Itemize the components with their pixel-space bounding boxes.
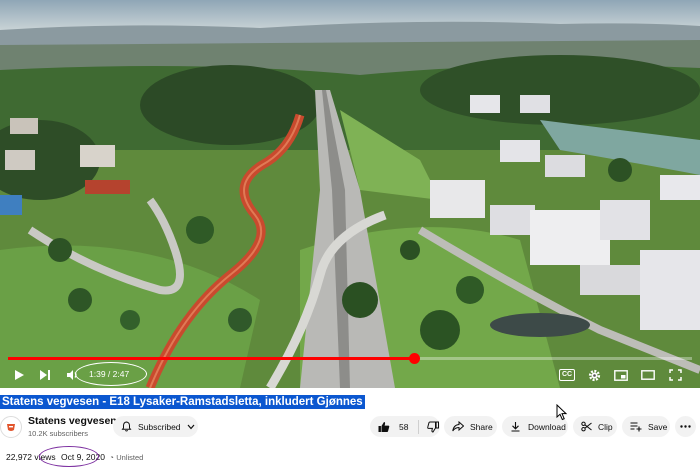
subscriber-count: 10.2K subscribers [28,429,89,438]
miniplayer-button[interactable] [610,365,632,385]
chevron-down-icon [187,424,194,429]
save-button[interactable]: Save [622,416,670,437]
volume-button[interactable] [61,365,83,385]
play-button[interactable] [8,365,30,385]
publish-date: Oct 9, 2020 [61,452,105,462]
progress-bar[interactable] [8,353,692,364]
more-horizontal-icon [680,425,691,428]
video-title-line: Statens vegvesen - E18 Lysaker-Ramstadsl… [0,394,365,410]
download-label: Download [528,421,566,432]
fullscreen-icon [668,369,682,381]
channel-avatar[interactable] [0,416,22,438]
play-icon [15,370,24,380]
miniplayer-icon [614,369,628,381]
captions-icon: CC [558,369,576,381]
visibility-label: Unlisted [116,453,144,462]
like-dislike-group: 58 [370,416,440,437]
video-frame [0,0,700,388]
channel-logo-icon [2,418,20,436]
thumbs-up-icon [378,421,390,432]
theater-icon [641,370,655,380]
clip-label: Clip [598,421,613,432]
player-controls: 1:39 / 2:47 CC [0,362,700,388]
subscribed-button[interactable]: Subscribed [113,416,198,437]
theater-button[interactable] [637,365,659,385]
volume-icon [66,370,77,380]
time-display: 1:39 / 2:47 [89,369,130,379]
channel-name[interactable]: Statens vegvesen [28,415,117,427]
more-actions-button[interactable] [675,416,696,437]
like-count: 58 [399,421,409,432]
like-divider [418,419,420,434]
share-label: Share [470,421,493,432]
video-meta: 22,972 views Oct 9, 2020 ◔ Unlisted [6,452,143,462]
settings-button[interactable] [583,365,605,385]
share-icon [452,421,464,432]
mouse-cursor-icon [556,404,568,421]
bell-icon [121,421,132,432]
clip-button[interactable]: Clip [573,416,617,437]
thumbs-down-icon [427,421,440,433]
subscribed-label: Subscribed [138,421,181,432]
download-icon [511,422,520,432]
next-button[interactable] [34,365,56,385]
share-button[interactable]: Share [444,416,497,437]
add-to-playlist-icon [630,422,642,432]
scissors-icon [581,421,592,432]
fullscreen-button[interactable] [664,365,686,385]
video-player[interactable]: 1:39 / 2:47 CC [0,0,700,388]
save-label: Save [648,421,668,432]
progress-played [8,357,414,360]
video-title[interactable]: Statens vegvesen - E18 Lysaker-Ramstadsl… [0,395,365,409]
like-button[interactable]: 58 [378,421,408,433]
dislike-button[interactable] [427,421,440,433]
next-icon [40,370,50,380]
visibility-icon: ◔ [109,453,114,462]
gear-icon [588,369,600,381]
view-count: 22,972 views [6,452,56,462]
captions-button[interactable]: CC [556,365,578,385]
